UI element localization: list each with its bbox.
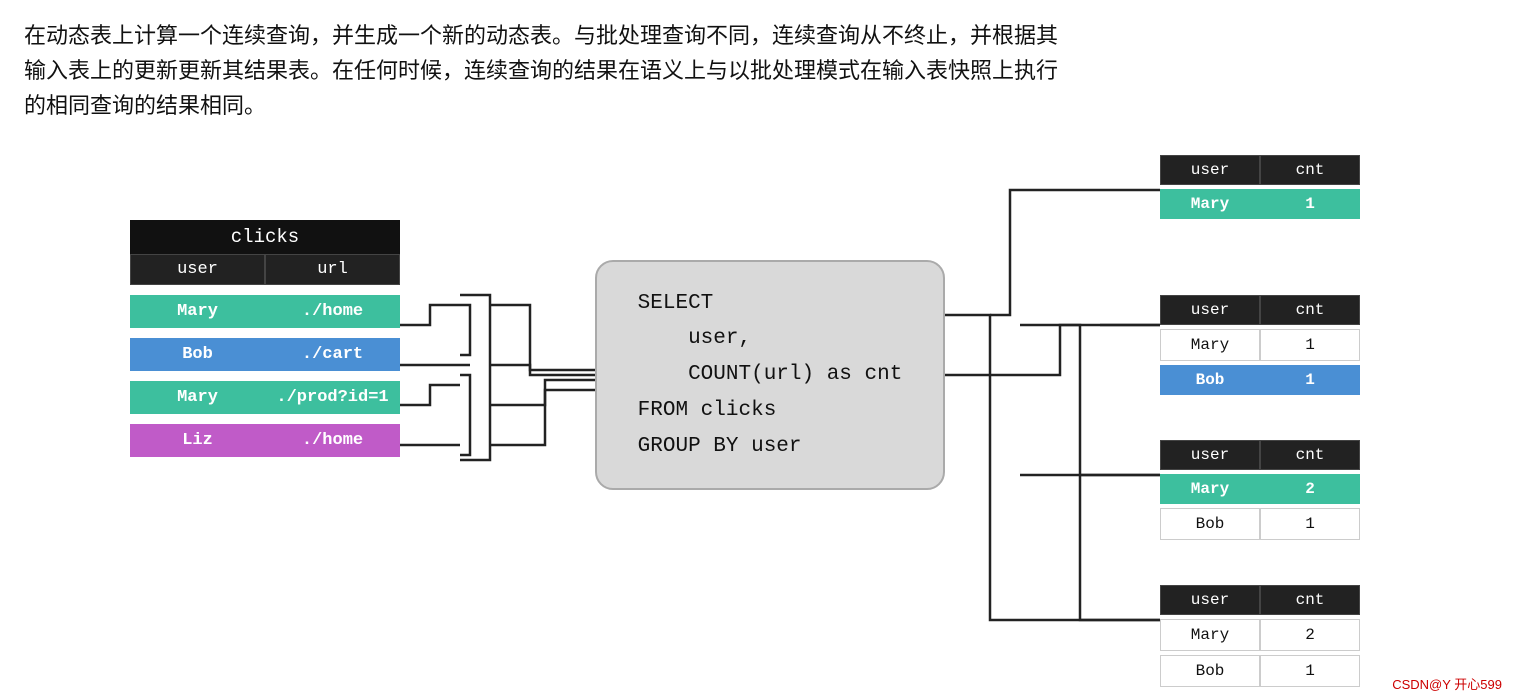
rt2-row-2: Bob 1 <box>1160 365 1360 395</box>
rt4-th-cnt: cnt <box>1260 585 1360 615</box>
rt1-cnt-1: 1 <box>1260 189 1360 219</box>
rt4-cnt-1: 2 <box>1260 619 1360 651</box>
clicks-th-user: user <box>130 254 265 285</box>
rt3-row-1: Mary 2 <box>1160 474 1360 504</box>
rt1-row-1: Mary 1 <box>1160 189 1360 219</box>
sql-box: SELECT user, COUNT(url) as cnt FROM clic… <box>595 260 945 490</box>
clicks-table: clicks user url Mary ./home Bob ./cart M… <box>130 220 400 457</box>
clicks-url-1: ./home <box>265 295 400 328</box>
rt2-th-cnt: cnt <box>1260 295 1360 325</box>
rt3-user-1: Mary <box>1160 474 1260 504</box>
clicks-row-3: Mary ./prod?id=1 <box>130 381 400 414</box>
rt4-user-1: Mary <box>1160 619 1260 651</box>
rt2-row-1: Mary 1 <box>1160 329 1360 361</box>
rt1-th-cnt: cnt <box>1260 155 1360 185</box>
clicks-user-1: Mary <box>130 295 265 328</box>
watermark: CSDN@Y 开心599 <box>1392 674 1502 693</box>
clicks-user-3: Mary <box>130 381 265 414</box>
result-table-4: user cnt Mary 2 Bob 1 <box>1160 585 1360 687</box>
rt3-cnt-1: 2 <box>1260 474 1360 504</box>
rt4-cnt-2: 1 <box>1260 655 1360 687</box>
clicks-header: user url <box>130 254 400 285</box>
clicks-url-2: ./cart <box>265 338 400 371</box>
result-table-1: user cnt Mary 1 <box>1160 155 1360 219</box>
header-line1: 在动态表上计算一个连续查询，并生成一个新的动态表。与批处理查询不同，连续查询从不… <box>24 18 1490 53</box>
diagram-area: clicks user url Mary ./home Bob ./cart M… <box>0 140 1514 700</box>
clicks-user-4: Liz <box>130 424 265 457</box>
rt3-cnt-2: 1 <box>1260 508 1360 540</box>
header-line2: 输入表上的更新更新其结果表。在任何时候，连续查询的结果在语义上与以批处理模式在输… <box>24 53 1490 88</box>
rt1-user-1: Mary <box>1160 189 1260 219</box>
rt3-header: user cnt <box>1160 440 1360 470</box>
rt1-header: user cnt <box>1160 155 1360 185</box>
clicks-user-2: Bob <box>130 338 265 371</box>
header-line3: 的相同查询的结果相同。 <box>24 88 1490 123</box>
rt4-row-1: Mary 2 <box>1160 619 1360 651</box>
rt1-th-user: user <box>1160 155 1260 185</box>
rt2-header: user cnt <box>1160 295 1360 325</box>
clicks-row-1: Mary ./home <box>130 295 400 328</box>
clicks-title: clicks <box>130 220 400 254</box>
sql-code: SELECT user, COUNT(url) as cnt FROM clic… <box>638 286 903 464</box>
rt3-th-user: user <box>1160 440 1260 470</box>
result-table-2: user cnt Mary 1 Bob 1 <box>1160 295 1360 395</box>
rt4-th-user: user <box>1160 585 1260 615</box>
clicks-row-2: Bob ./cart <box>130 338 400 371</box>
rt4-header: user cnt <box>1160 585 1360 615</box>
clicks-row-4: Liz ./home <box>130 424 400 457</box>
rt2-cnt-1: 1 <box>1260 329 1360 361</box>
rt3-th-cnt: cnt <box>1260 440 1360 470</box>
rt2-user-1: Mary <box>1160 329 1260 361</box>
clicks-url-4: ./home <box>265 424 400 457</box>
rt4-row-2: Bob 1 <box>1160 655 1360 687</box>
rt3-user-2: Bob <box>1160 508 1260 540</box>
rt2-th-user: user <box>1160 295 1260 325</box>
clicks-url-3: ./prod?id=1 <box>265 381 400 414</box>
result-table-3: user cnt Mary 2 Bob 1 <box>1160 440 1360 540</box>
clicks-th-url: url <box>265 254 400 285</box>
rt3-row-2: Bob 1 <box>1160 508 1360 540</box>
rt2-user-2: Bob <box>1160 365 1260 395</box>
rt4-user-2: Bob <box>1160 655 1260 687</box>
header-text: 在动态表上计算一个连续查询，并生成一个新的动态表。与批处理查询不同，连续查询从不… <box>0 0 1514 134</box>
rt2-cnt-2: 1 <box>1260 365 1360 395</box>
